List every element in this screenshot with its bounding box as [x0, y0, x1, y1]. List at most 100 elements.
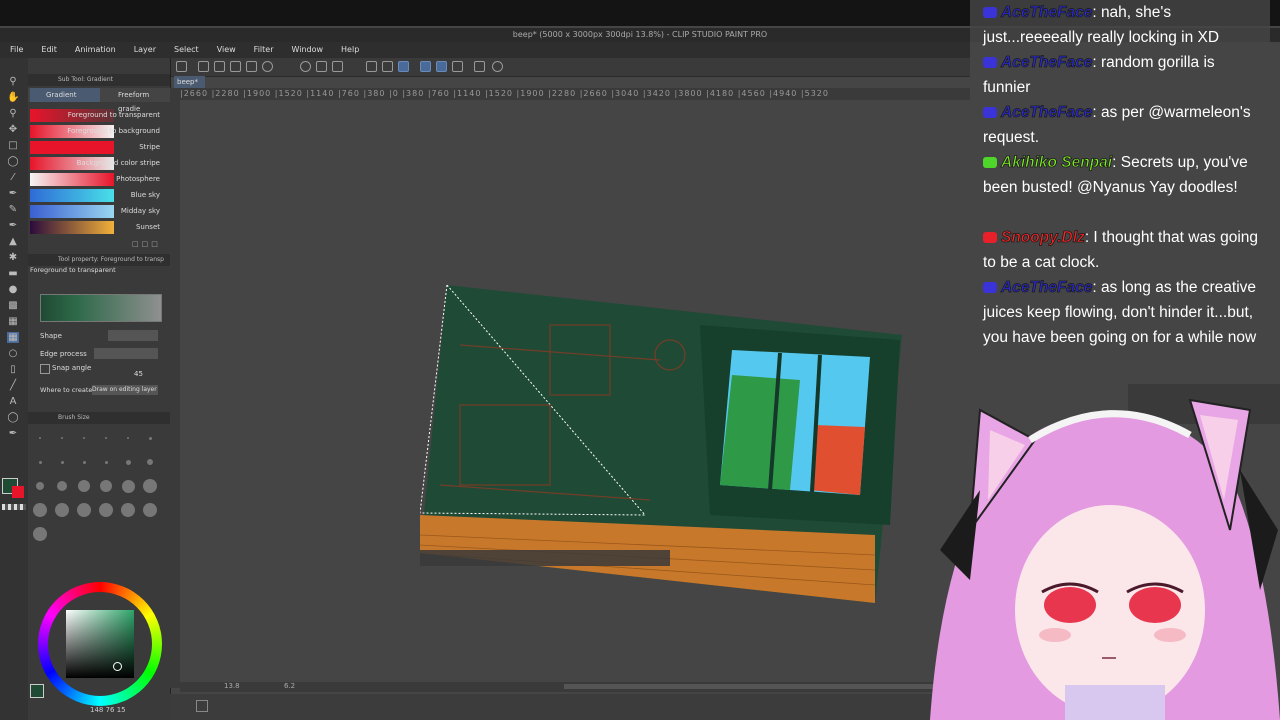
gradient-preset-item[interactable]: Midday sky [28, 204, 170, 219]
menu-file[interactable]: File [0, 42, 31, 58]
edge-process-selector[interactable] [94, 348, 158, 359]
preset-actions-icon[interactable]: □□□ [132, 240, 168, 249]
decoration-icon[interactable]: ✱ [7, 252, 19, 263]
brush-size-option[interactable] [147, 459, 153, 465]
correct-line-icon[interactable]: ✒ [7, 428, 19, 439]
pen-icon[interactable]: ✒ [7, 188, 19, 199]
brush-size-option[interactable] [148, 436, 152, 440]
invert-selection-icon[interactable] [382, 61, 393, 72]
brush-size-option[interactable] [100, 480, 112, 492]
color-saturation-square[interactable] [66, 610, 134, 678]
undo-icon[interactable] [262, 61, 273, 72]
eyedropper-icon[interactable]: ⁄ [7, 172, 19, 183]
fill-icon[interactable] [332, 61, 343, 72]
brush-size-option[interactable] [125, 459, 131, 465]
brush-size-option[interactable] [55, 503, 69, 517]
rotate-readout[interactable]: 6.2 [284, 682, 295, 690]
selection-icon[interactable]: □ [7, 140, 19, 151]
search-icon[interactable]: ⚲ [7, 108, 19, 119]
brush-size-option[interactable] [127, 437, 129, 439]
brush-size-option[interactable] [60, 460, 64, 464]
settings-icon[interactable] [474, 61, 485, 72]
export-icon[interactable] [230, 61, 241, 72]
transparent-color-swatch[interactable] [2, 504, 26, 510]
move-icon[interactable]: ✥ [7, 124, 19, 135]
brush-size-option[interactable] [39, 437, 41, 439]
lasso-icon[interactable]: ◯ [7, 156, 19, 167]
new-file-icon[interactable] [176, 61, 187, 72]
brush-size-option[interactable] [104, 460, 108, 464]
brush-size-option[interactable] [61, 437, 63, 439]
gradient-preset-item[interactable]: Foreground to transparent [28, 108, 170, 123]
color-picker-handle[interactable] [113, 662, 122, 671]
pencil-icon[interactable]: ✎ [7, 204, 19, 215]
sub-color-swatch[interactable] [12, 486, 24, 498]
selection-launcher-bar[interactable] [420, 550, 670, 566]
menu-animation[interactable]: Animation [65, 42, 124, 58]
show-selection-icon[interactable] [398, 61, 409, 72]
blend-icon[interactable]: ● [7, 284, 19, 295]
brush-size-option[interactable] [121, 479, 135, 493]
balloon-icon[interactable]: ◯ [7, 412, 19, 423]
gradient-active-icon[interactable]: ▦ [7, 332, 19, 343]
zoom-icon[interactable]: ⚲ [7, 76, 19, 87]
print-icon[interactable] [246, 61, 257, 72]
figure-icon[interactable]: ○ [7, 348, 19, 359]
horizontal-scrollbar[interactable] [564, 684, 944, 689]
zoom-readout[interactable]: 13.8 [224, 682, 240, 690]
tab-canvas[interactable]: beep* [174, 76, 205, 88]
airbrush-icon[interactable]: ▲ [7, 236, 19, 247]
shape-selector[interactable] [108, 330, 158, 341]
menu-window[interactable]: Window [281, 42, 331, 58]
brush-size-option[interactable] [83, 437, 85, 439]
snap-angle-value[interactable]: 45 [134, 370, 143, 378]
brush-size-option[interactable] [105, 437, 107, 439]
brush-size-option[interactable] [38, 460, 42, 464]
save-icon[interactable] [214, 61, 225, 72]
brush-size-option[interactable] [57, 481, 67, 491]
menu-help[interactable]: Help [331, 42, 367, 58]
brush-size-option[interactable] [82, 460, 86, 464]
brush-size-option[interactable] [78, 480, 90, 492]
tab-freeform-gradient[interactable]: Freeform gradie [102, 88, 170, 113]
gradient-preset-item[interactable]: Sunset [28, 220, 170, 235]
text-icon[interactable]: A [7, 396, 19, 407]
gradient-preset-item[interactable]: Background color stripe [28, 156, 170, 171]
navigator-icon[interactable] [196, 700, 208, 712]
brush-size-option[interactable] [36, 482, 44, 490]
tab-gradient[interactable]: Gradient [30, 88, 100, 102]
ruler-icon[interactable]: ╱ [7, 380, 19, 391]
refresh-icon[interactable] [492, 61, 503, 72]
frame-icon[interactable]: ▯ [7, 364, 19, 375]
snap-angle-checkbox[interactable] [40, 364, 50, 374]
brush-size-option[interactable] [33, 527, 47, 541]
gradient-preset-item[interactable]: Blue sky [28, 188, 170, 203]
brush-size-option[interactable] [33, 503, 47, 517]
clear-icon[interactable] [300, 61, 311, 72]
menu-edit[interactable]: Edit [31, 42, 65, 58]
fill-icon[interactable]: ▩ [7, 300, 19, 311]
where-to-create-select[interactable]: Draw on editing layer [92, 385, 158, 395]
deselect-icon[interactable] [366, 61, 377, 72]
menu-filter[interactable]: Filter [244, 42, 282, 58]
snap-special-ruler-icon[interactable] [436, 61, 447, 72]
gradient-icon[interactable]: ▦ [7, 316, 19, 327]
menu-layer[interactable]: Layer [124, 42, 164, 58]
menu-view[interactable]: View [207, 42, 244, 58]
open-file-icon[interactable] [198, 61, 209, 72]
gradient-preset-item[interactable]: Photosphere [28, 172, 170, 187]
gradient-preview[interactable] [40, 294, 162, 322]
brush-size-option[interactable] [77, 503, 91, 517]
brush-size-option[interactable] [143, 503, 157, 517]
brush-icon[interactable]: ✒ [7, 220, 19, 231]
current-color-swatch[interactable] [30, 684, 44, 698]
brush-size-option[interactable] [99, 503, 113, 517]
gradient-preset-item[interactable]: Stripe [28, 140, 170, 155]
artwork-canvas[interactable] [420, 285, 905, 603]
gradient-preset-item[interactable]: Foreground to background [28, 124, 170, 139]
eraser-icon[interactable]: ▬ [7, 268, 19, 279]
transform-icon[interactable] [316, 61, 327, 72]
menu-select[interactable]: Select [164, 42, 207, 58]
snap-ruler-icon[interactable] [420, 61, 431, 72]
snap-grid-icon[interactable] [452, 61, 463, 72]
